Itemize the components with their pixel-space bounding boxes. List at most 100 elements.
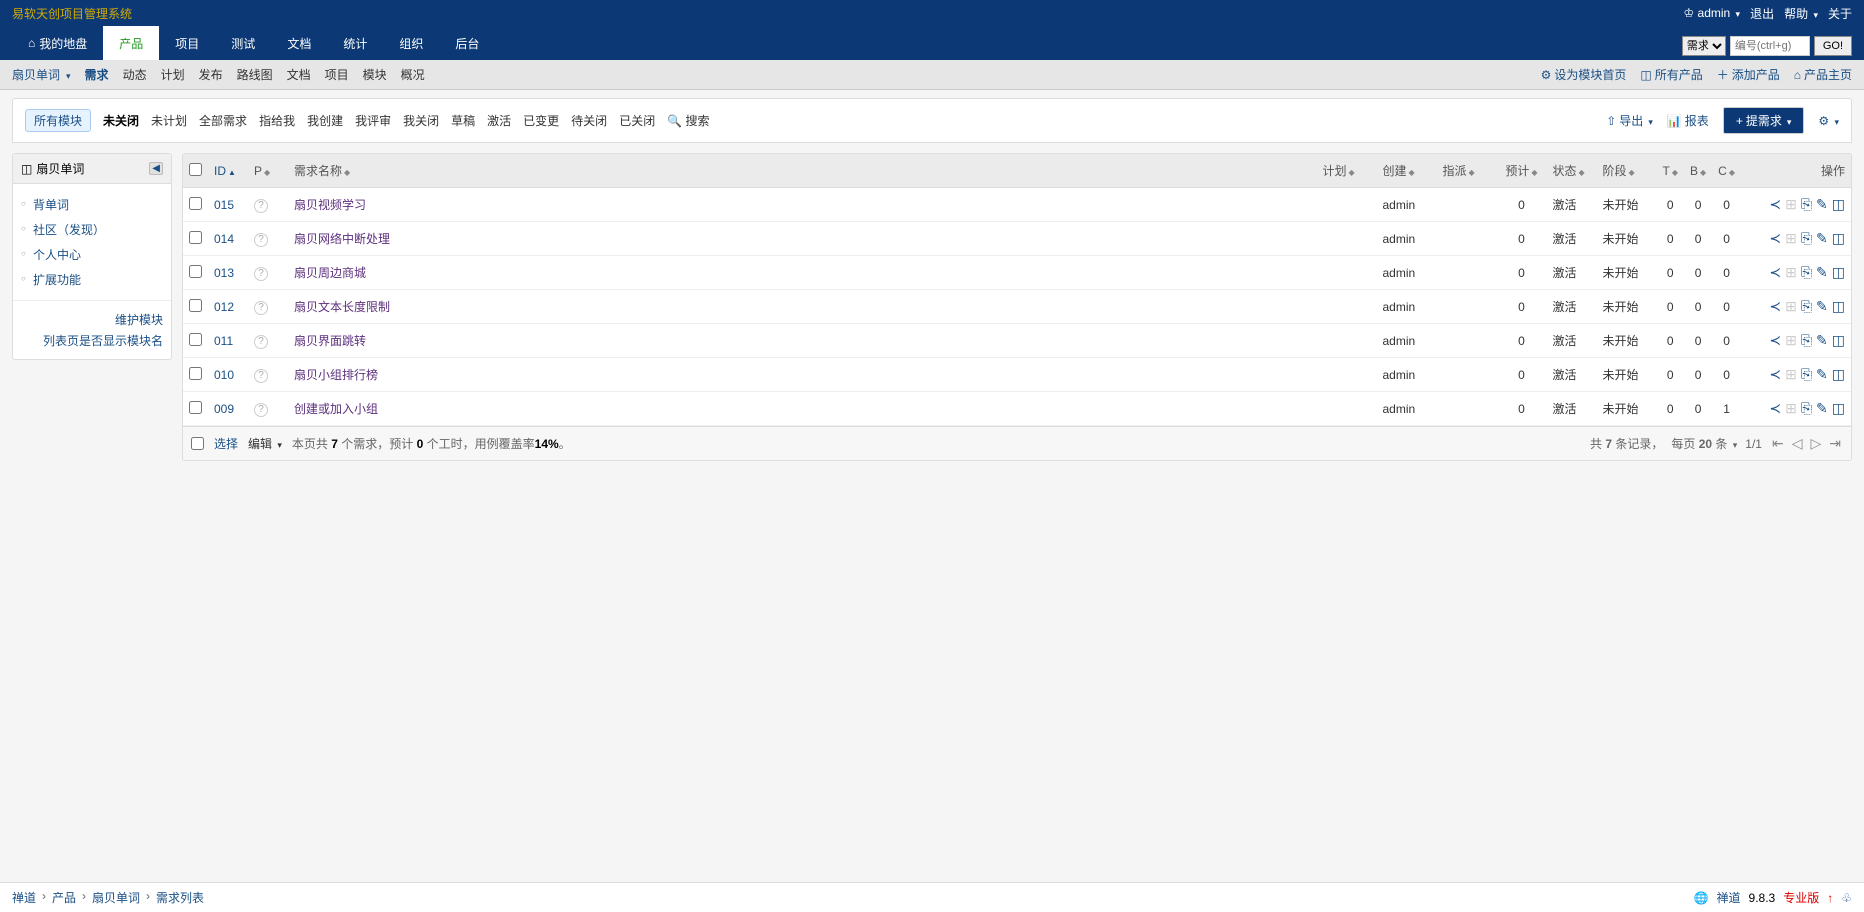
- col-t[interactable]: T◆: [1657, 154, 1685, 188]
- sub-action-设为模块首页[interactable]: ⚙ 设为模块首页: [1541, 66, 1627, 83]
- change-icon[interactable]: ≺: [1769, 230, 1781, 247]
- col-id[interactable]: ID▲: [208, 154, 248, 188]
- row-id-link[interactable]: 015: [214, 198, 234, 212]
- nav-tab-后台[interactable]: 后台: [439, 26, 495, 60]
- testcase-icon[interactable]: ◫: [1832, 230, 1845, 247]
- help-link[interactable]: 帮助: [1784, 5, 1818, 22]
- go-button[interactable]: GO!: [1814, 36, 1852, 56]
- filter-指给我[interactable]: 指给我: [259, 112, 295, 129]
- nav-tab-项目[interactable]: 项目: [159, 26, 215, 60]
- review-icon[interactable]: ⊞: [1785, 366, 1797, 383]
- nav-tab-文档[interactable]: 文档: [271, 26, 327, 60]
- breakdown-icon[interactable]: ⎘: [1801, 400, 1812, 417]
- requirement-link[interactable]: 扇贝周边商城: [294, 266, 366, 280]
- sub-action-产品主页[interactable]: ⌂ 产品主页: [1794, 66, 1852, 83]
- report-button[interactable]: 📊 报表: [1667, 112, 1709, 129]
- col-c[interactable]: C◆: [1712, 154, 1741, 188]
- testcase-icon[interactable]: ◫: [1832, 298, 1845, 315]
- row-checkbox[interactable]: [189, 265, 202, 278]
- filter-待关闭[interactable]: 待关闭: [571, 112, 607, 129]
- row-checkbox[interactable]: [189, 197, 202, 210]
- sub-tab-动态[interactable]: 动态: [123, 66, 147, 83]
- filter-激活[interactable]: 激活: [487, 112, 511, 129]
- sidebar-footer-link[interactable]: 列表页是否显示模块名: [21, 330, 163, 351]
- filter-全部需求[interactable]: 全部需求: [199, 112, 247, 129]
- next-page-icon[interactable]: ▷: [1808, 435, 1823, 452]
- col-stage[interactable]: 阶段◆: [1597, 154, 1657, 188]
- col-estimate[interactable]: 预计◆: [1497, 154, 1547, 188]
- last-page-icon[interactable]: ⇥: [1827, 435, 1843, 452]
- gear-icon[interactable]: ⚙: [1818, 114, 1839, 128]
- breakdown-icon[interactable]: ⎘: [1801, 196, 1812, 213]
- sub-tab-计划[interactable]: 计划: [161, 66, 185, 83]
- testcase-icon[interactable]: ◫: [1832, 196, 1845, 213]
- edit-icon[interactable]: ✎: [1816, 366, 1828, 383]
- testcase-icon[interactable]: ◫: [1832, 366, 1845, 383]
- sub-tab-项目[interactable]: 项目: [325, 66, 349, 83]
- module-tag[interactable]: 所有模块: [25, 109, 91, 132]
- change-icon[interactable]: ≺: [1769, 400, 1781, 417]
- testcase-icon[interactable]: ◫: [1832, 400, 1845, 417]
- row-id-link[interactable]: 011: [214, 334, 233, 348]
- logout-link[interactable]: 退出: [1750, 5, 1774, 22]
- per-page-dropdown[interactable]: 每页 20 条: [1671, 435, 1737, 452]
- requirement-link[interactable]: 扇贝网络中断处理: [294, 232, 390, 246]
- sub-action-所有产品[interactable]: ◫ 所有产品: [1640, 66, 1702, 83]
- edit-icon[interactable]: ✎: [1816, 332, 1828, 349]
- change-icon[interactable]: ≺: [1769, 264, 1781, 281]
- breakdown-icon[interactable]: ⎘: [1801, 366, 1812, 383]
- row-id-link[interactable]: 009: [214, 402, 234, 416]
- up-arrow-icon[interactable]: ↑: [1827, 891, 1833, 905]
- sub-tab-路线图[interactable]: 路线图: [237, 66, 273, 83]
- row-checkbox[interactable]: [189, 333, 202, 346]
- create-request-button[interactable]: + 提需求: [1723, 107, 1805, 134]
- filter-我关闭[interactable]: 我关闭: [403, 112, 439, 129]
- filter-我创建[interactable]: 我创建: [307, 112, 343, 129]
- row-checkbox[interactable]: [189, 367, 202, 380]
- requirement-link[interactable]: 扇贝文本长度限制: [294, 300, 390, 314]
- review-icon[interactable]: ⊞: [1785, 264, 1797, 281]
- sub-tab-发布[interactable]: 发布: [199, 66, 223, 83]
- edit-icon[interactable]: ✎: [1816, 298, 1828, 315]
- sidebar-item[interactable]: 个人中心: [21, 242, 163, 267]
- requirement-link[interactable]: 扇贝视频学习: [294, 198, 366, 212]
- review-icon[interactable]: ⊞: [1785, 196, 1797, 213]
- nav-tab-测试[interactable]: 测试: [215, 26, 271, 60]
- select-all-footer-checkbox[interactable]: [191, 437, 204, 450]
- search-type-select[interactable]: 需求: [1682, 36, 1726, 56]
- col-status[interactable]: 状态◆: [1547, 154, 1597, 188]
- filter-已关闭[interactable]: 已关闭: [619, 112, 655, 129]
- review-icon[interactable]: ⊞: [1785, 230, 1797, 247]
- edit-icon[interactable]: ✎: [1816, 400, 1828, 417]
- breakdown-icon[interactable]: ⎘: [1801, 298, 1812, 315]
- breakdown-icon[interactable]: ⎘: [1801, 230, 1812, 247]
- row-id-link[interactable]: 010: [214, 368, 234, 382]
- sidebar-item[interactable]: 背单词: [21, 192, 163, 217]
- col-priority[interactable]: P◆: [248, 154, 288, 188]
- row-checkbox[interactable]: [189, 401, 202, 414]
- filter-草稿[interactable]: 草稿: [451, 112, 475, 129]
- requirement-link[interactable]: 扇贝小组排行榜: [294, 368, 378, 382]
- user-link[interactable]: ♔ admin: [1683, 6, 1740, 20]
- col-assign[interactable]: 指派◆: [1437, 154, 1497, 188]
- filter-未关闭[interactable]: 未关闭: [103, 112, 139, 129]
- product-dropdown[interactable]: 扇贝单词: [12, 66, 71, 83]
- select-all-checkbox[interactable]: [189, 163, 202, 176]
- nav-tab-组织[interactable]: 组织: [383, 26, 439, 60]
- edit-dropdown[interactable]: 编辑: [248, 435, 282, 452]
- sub-action-添加产品[interactable]: ＋ 添加产品: [1717, 66, 1780, 83]
- breakdown-icon[interactable]: ⎘: [1801, 332, 1812, 349]
- review-icon[interactable]: ⊞: [1785, 298, 1797, 315]
- col-creator[interactable]: 创建◆: [1377, 154, 1437, 188]
- nav-tab-产品[interactable]: 产品: [103, 26, 159, 60]
- edit-icon[interactable]: ✎: [1816, 264, 1828, 281]
- first-page-icon[interactable]: ⇤: [1770, 435, 1786, 452]
- nav-tab-我的地盘[interactable]: ⌂我的地盘: [12, 26, 103, 60]
- sub-tab-模块[interactable]: 模块: [363, 66, 387, 83]
- testcase-icon[interactable]: ◫: [1832, 332, 1845, 349]
- filter-未计划[interactable]: 未计划: [151, 112, 187, 129]
- col-name[interactable]: 需求名称◆: [288, 154, 1317, 188]
- edit-icon[interactable]: ✎: [1816, 230, 1828, 247]
- row-checkbox[interactable]: [189, 299, 202, 312]
- filter-我评审[interactable]: 我评审: [355, 112, 391, 129]
